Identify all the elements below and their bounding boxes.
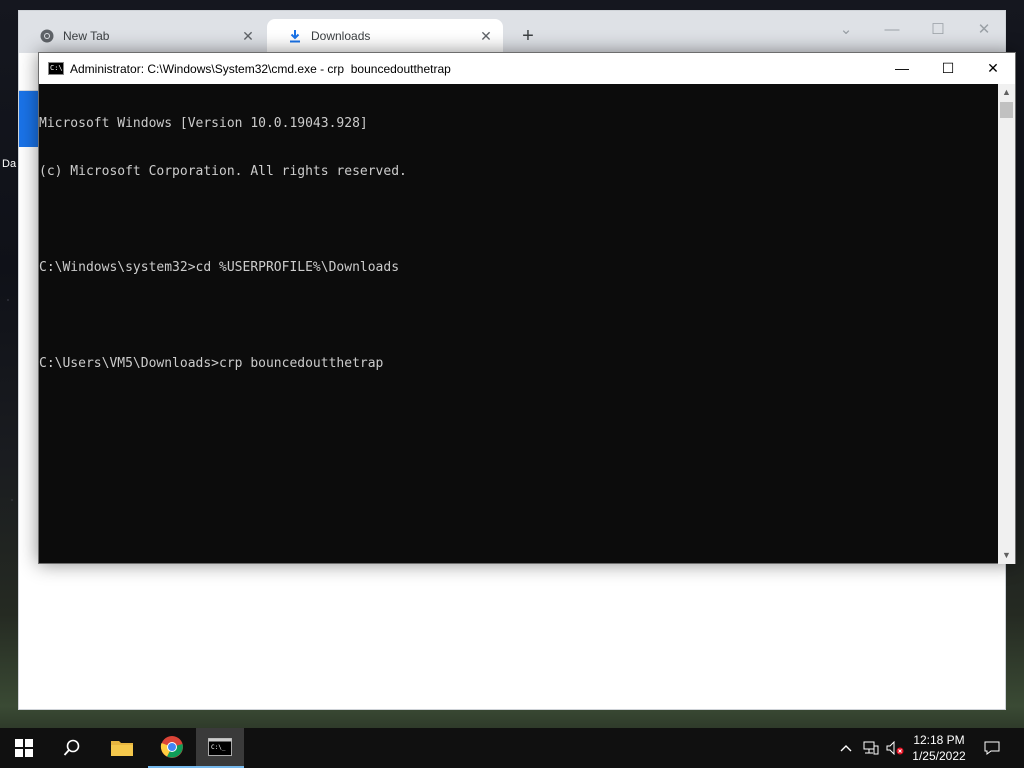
- chrome-taskbar-button[interactable]: [148, 728, 196, 768]
- cmd-titlebar[interactable]: Administrator: C:\Windows\System32\cmd.e…: [39, 53, 1015, 84]
- new-tab-button[interactable]: +: [517, 25, 539, 47]
- browser-maximize-button[interactable]: ☐: [915, 15, 961, 45]
- console-line: (c) Microsoft Corporation. All rights re…: [39, 164, 407, 179]
- cmd-title: Administrator: C:\Windows\System32\cmd.e…: [70, 61, 451, 76]
- windows-icon: [15, 739, 33, 757]
- cmd-minimize-button[interactable]: —: [879, 53, 925, 84]
- cmd-window: Administrator: C:\Windows\System32\cmd.e…: [38, 52, 1016, 564]
- taskbar: C:\_ 12:18 PM 1/25/2022: [0, 728, 1024, 768]
- tab-downloads[interactable]: Downloads ✕: [267, 19, 503, 53]
- browser-close-button[interactable]: ✕: [961, 15, 1007, 45]
- browser-minimize-button[interactable]: —: [869, 15, 915, 45]
- chrome-icon: [39, 28, 55, 44]
- tab-close-icon[interactable]: ✕: [239, 27, 257, 45]
- cmd-close-button[interactable]: ✕: [970, 53, 1016, 84]
- tab-close-icon[interactable]: ✕: [477, 27, 495, 45]
- cmd-scrollbar[interactable]: ▲ ▼: [998, 84, 1015, 564]
- tab-label: New Tab: [63, 29, 110, 43]
- cmd-icon: [48, 62, 64, 75]
- desktop-icon-label[interactable]: Da: [2, 158, 16, 170]
- cmd-taskbar-button[interactable]: C:\_: [196, 728, 244, 768]
- chrome-icon: [160, 736, 183, 758]
- download-icon: [287, 28, 303, 44]
- svg-text:C:\_: C:\_: [211, 744, 226, 751]
- search-icon: [63, 739, 80, 756]
- start-button[interactable]: [0, 728, 48, 768]
- scroll-thumb[interactable]: [1000, 102, 1013, 118]
- notification-center-icon[interactable]: [978, 728, 1006, 768]
- console-line: C:\Windows\system32>cd %USERPROFILE%\Dow…: [39, 260, 400, 275]
- cmd-maximize-button[interactable]: ☐: [925, 53, 971, 84]
- console-line: C:\Users\VM5\Downloads>crp bouncedoutthe…: [39, 356, 384, 371]
- tab-search-dropdown-icon[interactable]: ⌄: [823, 15, 869, 45]
- scroll-up-icon[interactable]: ▲: [998, 84, 1015, 101]
- volume-muted-icon[interactable]: [884, 728, 906, 768]
- tab-label: Downloads: [311, 29, 371, 43]
- clock-time: 12:18 PM: [913, 733, 965, 747]
- search-button[interactable]: [48, 728, 96, 768]
- folder-icon: [111, 741, 133, 756]
- tab-new-tab[interactable]: New Tab ✕: [19, 19, 265, 53]
- command-prompt-icon: C:\_: [208, 738, 232, 756]
- scroll-down-icon[interactable]: ▼: [998, 547, 1015, 564]
- cmd-console-output[interactable]: Microsoft Windows [Version 10.0.19043.92…: [39, 84, 1000, 564]
- console-line: Microsoft Windows [Version 10.0.19043.92…: [39, 116, 368, 131]
- file-explorer-button[interactable]: [98, 728, 146, 768]
- system-clock[interactable]: 12:18 PM 1/25/2022: [906, 732, 972, 764]
- clock-date: 1/25/2022: [912, 749, 966, 763]
- browser-tab-strip: New Tab ✕ Downloads ✕ + ⌄ — ☐ ✕: [19, 11, 1005, 53]
- network-icon[interactable]: [860, 728, 882, 768]
- show-hidden-icons-chevron-icon[interactable]: [836, 728, 856, 768]
